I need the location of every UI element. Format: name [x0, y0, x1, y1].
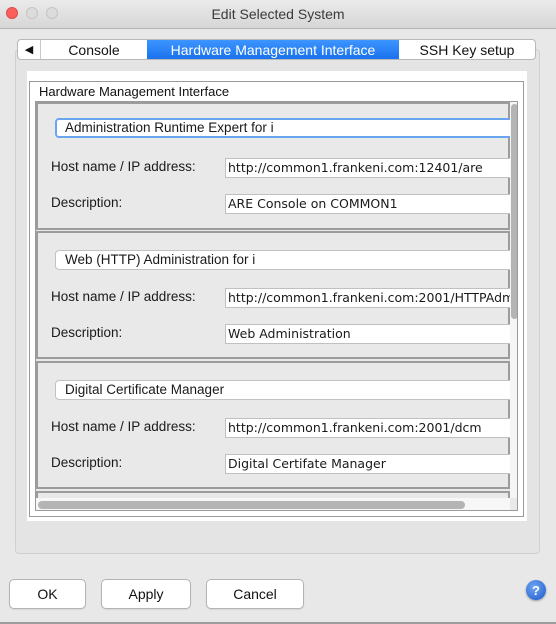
host-label: Host name / IP address: — [51, 419, 196, 434]
vertical-scrollbar[interactable] — [510, 102, 517, 498]
host-label: Host name / IP address: — [51, 289, 196, 304]
hmi-group: Administration Runtime Expert for i Host… — [29, 81, 524, 517]
hmi-section: Digital Certificate Manager Host name / … — [36, 361, 517, 489]
host-field[interactable]: http://common1.frankeni.com:2001/HTTPAdm… — [225, 288, 517, 308]
help-icon[interactable]: ? — [526, 580, 546, 600]
description-label: Description: — [51, 195, 123, 210]
host-field[interactable]: http://common1.frankeni.com:2001/dcm — [225, 418, 517, 438]
vertical-scrollbar-thumb[interactable] — [511, 104, 517, 319]
hmi-section: Web (HTTP) Administration for i Host nam… — [36, 231, 517, 359]
description-label: Description: — [51, 455, 123, 470]
description-label: Description: — [51, 325, 123, 340]
description-field[interactable]: Web Administration — [225, 324, 517, 344]
ok-button[interactable]: OK — [9, 579, 86, 609]
apply-button[interactable]: Apply — [101, 579, 191, 609]
window-title: Edit Selected System — [211, 6, 345, 22]
cancel-button[interactable]: Cancel — [206, 579, 304, 609]
tab-content: Administration Runtime Expert for i Host… — [27, 71, 527, 521]
tab-hardware-management-interface[interactable]: Hardware Management Interface — [147, 40, 399, 59]
hmi-section: Administration Runtime Expert for i Host… — [36, 102, 517, 230]
tab-console[interactable]: Console — [41, 40, 147, 59]
horizontal-scrollbar[interactable] — [36, 498, 510, 510]
interface-name-field[interactable]: Administration Runtime Expert for i — [55, 118, 515, 138]
interface-name-field[interactable]: Digital Certificate Manager — [55, 380, 515, 400]
tab-ssh-key-setup[interactable]: SSH Key setup — [399, 40, 535, 59]
interface-name-field[interactable] — [55, 510, 515, 511]
host-label: Host name / IP address: — [51, 159, 196, 174]
hmi-scroll-area: Administration Runtime Expert for i Host… — [35, 101, 518, 511]
description-field[interactable]: ARE Console on COMMON1 — [225, 194, 517, 214]
description-field[interactable]: Digital Certifate Manager — [225, 454, 517, 474]
group-title: Hardware Management Interface — [37, 84, 232, 99]
interface-name-field[interactable]: Web (HTTP) Administration for i — [55, 250, 515, 270]
title-bar: Edit Selected System — [0, 0, 556, 29]
tab-bar: ◀ Console Hardware Management Interface … — [17, 39, 536, 60]
tab-scroll-left-icon[interactable]: ◀ — [18, 40, 41, 59]
host-field[interactable]: http://common1.frankeni.com:12401/are — [225, 158, 517, 178]
horizontal-scrollbar-thumb[interactable] — [38, 501, 465, 509]
